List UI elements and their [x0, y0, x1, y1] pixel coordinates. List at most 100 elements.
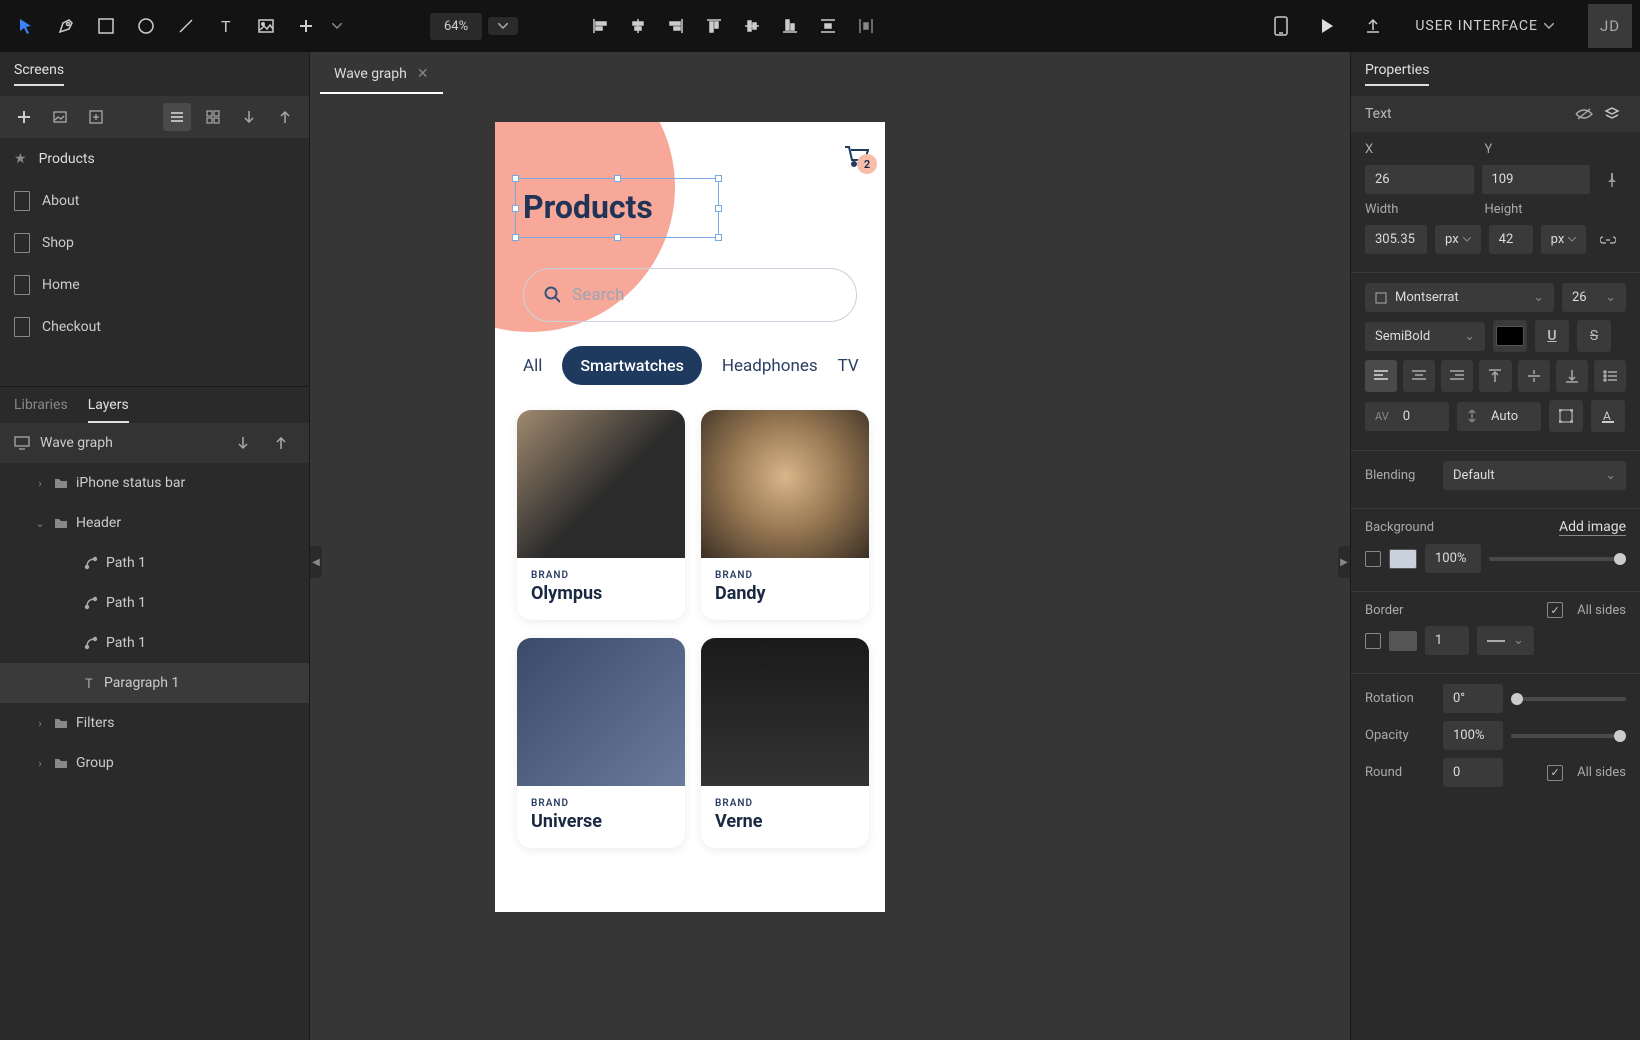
width-unit[interactable]: px	[1435, 225, 1481, 254]
view-list-icon[interactable]	[163, 103, 191, 131]
screen-item[interactable]: ★Products	[0, 138, 309, 180]
valign-bottom-icon[interactable]	[1556, 360, 1588, 392]
tab-layers[interactable]: Layers	[88, 397, 129, 423]
blending-select[interactable]: Default⌄	[1443, 461, 1626, 490]
file-tab[interactable]: Wave graph ✕	[320, 56, 443, 94]
image-tool[interactable]	[248, 8, 284, 44]
product-card[interactable]: BRANDUniverse	[517, 638, 685, 848]
chevron-icon[interactable]: ›	[34, 757, 46, 770]
screen-image-icon[interactable]	[46, 103, 74, 131]
tab-libraries[interactable]: Libraries	[14, 397, 68, 423]
layer-item[interactable]: TParagraph 1	[0, 663, 309, 703]
distribute-h-icon[interactable]	[848, 8, 884, 44]
opacity-slider[interactable]	[1511, 734, 1626, 738]
upload-icon[interactable]	[1355, 8, 1391, 44]
font-size-select[interactable]: 26⌄	[1562, 283, 1626, 312]
font-weight-select[interactable]: SemiBold⌄	[1365, 322, 1485, 351]
text-align-left-icon[interactable]	[1365, 360, 1397, 392]
add-screen-icon[interactable]	[10, 103, 38, 131]
distribute-v-icon[interactable]	[810, 8, 846, 44]
pin-icon[interactable]	[1598, 166, 1626, 194]
select-tool[interactable]	[8, 8, 44, 44]
add-tool[interactable]	[288, 8, 324, 44]
zoom-level[interactable]: 64%	[430, 13, 482, 40]
align-bottom-icon[interactable]	[772, 8, 808, 44]
background-opacity[interactable]: 100%	[1425, 544, 1481, 573]
border-swatch[interactable]	[1389, 631, 1417, 651]
text-color-icon[interactable]: A	[1591, 400, 1625, 432]
product-card[interactable]: BRANDDandy	[701, 410, 869, 620]
valign-top-icon[interactable]	[1479, 360, 1511, 392]
cat-headphones[interactable]: Headphones	[722, 356, 818, 376]
layer-root-row[interactable]: Wave graph	[0, 423, 309, 463]
add-tool-caret[interactable]	[328, 8, 346, 44]
rotation-input[interactable]: 0°	[1443, 684, 1503, 713]
text-align-center-icon[interactable]	[1403, 360, 1435, 392]
valign-middle-icon[interactable]	[1518, 360, 1550, 392]
background-swatch[interactable]	[1389, 549, 1417, 569]
line-tool[interactable]	[168, 8, 204, 44]
layer-item[interactable]: Path 1	[0, 543, 309, 583]
device-icon[interactable]	[1263, 8, 1299, 44]
collapse-right-icon[interactable]: ▶	[1338, 546, 1350, 578]
screen-item[interactable]: Home	[0, 264, 309, 306]
background-enable-checkbox[interactable]	[1365, 551, 1381, 567]
height-input[interactable]: 42	[1489, 225, 1533, 254]
user-avatar[interactable]: JD	[1588, 4, 1632, 48]
screen-item[interactable]: About	[0, 180, 309, 222]
font-family-select[interactable]: Montserrat⌄	[1365, 283, 1554, 312]
search-input[interactable]	[572, 285, 836, 305]
layer-up-icon[interactable]	[267, 429, 295, 457]
chevron-icon[interactable]: ⌄	[34, 517, 46, 530]
border-width-input[interactable]: 1	[1425, 626, 1469, 655]
rect-tool[interactable]	[88, 8, 124, 44]
artboard[interactable]: 2 Products All Smartwatches Headphones T…	[495, 122, 885, 912]
align-vcenter-icon[interactable]	[734, 8, 770, 44]
line-height-input[interactable]: Auto	[1457, 402, 1541, 431]
height-unit[interactable]: px	[1541, 225, 1587, 254]
project-dropdown[interactable]: USER INTERFACE	[1401, 10, 1568, 42]
visibility-icon[interactable]	[1570, 100, 1598, 128]
chevron-icon[interactable]: ›	[34, 717, 46, 730]
sort-up-icon[interactable]	[271, 103, 299, 131]
font-color-swatch[interactable]	[1493, 320, 1527, 352]
layer-down-icon[interactable]	[229, 429, 257, 457]
opacity-input[interactable]: 100%	[1443, 721, 1503, 750]
play-icon[interactable]	[1309, 8, 1345, 44]
add-image-link[interactable]: Add image	[1559, 519, 1626, 536]
sort-down-icon[interactable]	[235, 103, 263, 131]
pen-tool[interactable]	[48, 8, 84, 44]
link-dimensions-icon[interactable]	[1594, 226, 1622, 254]
screen-add-frame-icon[interactable]	[82, 103, 110, 131]
chevron-icon[interactable]: ›	[34, 477, 46, 490]
cat-smartwatches[interactable]: Smartwatches	[562, 346, 702, 385]
screen-item[interactable]: Checkout	[0, 306, 309, 348]
align-hcenter-icon[interactable]	[620, 8, 656, 44]
border-enable-checkbox[interactable]	[1365, 633, 1381, 649]
cat-tv[interactable]: TV	[838, 356, 859, 376]
text-align-right-icon[interactable]	[1441, 360, 1473, 392]
width-input[interactable]: 305.35	[1365, 225, 1427, 254]
screen-item[interactable]: Shop	[0, 222, 309, 264]
align-top-icon[interactable]	[696, 8, 732, 44]
y-input[interactable]: 109	[1482, 165, 1591, 194]
canvas-area[interactable]: Wave graph ✕ ◀ ▶ 2 Products All	[310, 52, 1350, 1040]
product-card[interactable]: BRANDVerne	[701, 638, 869, 848]
layer-item[interactable]: Path 1	[0, 623, 309, 663]
rotation-slider[interactable]	[1511, 697, 1626, 701]
layer-item[interactable]: Path 1	[0, 583, 309, 623]
product-card[interactable]: BRANDOlympus	[517, 410, 685, 620]
align-right-icon[interactable]	[658, 8, 694, 44]
background-opacity-slider[interactable]	[1489, 557, 1626, 561]
round-input[interactable]: 0	[1443, 758, 1503, 787]
layer-item[interactable]: ›Filters	[0, 703, 309, 743]
text-box-icon[interactable]	[1549, 400, 1583, 432]
round-allsides-checkbox[interactable]	[1547, 765, 1563, 781]
close-icon[interactable]: ✕	[417, 66, 429, 82]
strikethrough-icon[interactable]: S	[1577, 320, 1611, 352]
collapse-left-icon[interactable]: ◀	[310, 546, 322, 578]
x-input[interactable]: 26	[1365, 165, 1474, 194]
ellipse-tool[interactable]	[128, 8, 164, 44]
letter-spacing-input[interactable]: AV0	[1365, 402, 1449, 431]
layer-item[interactable]: ›Group	[0, 743, 309, 783]
